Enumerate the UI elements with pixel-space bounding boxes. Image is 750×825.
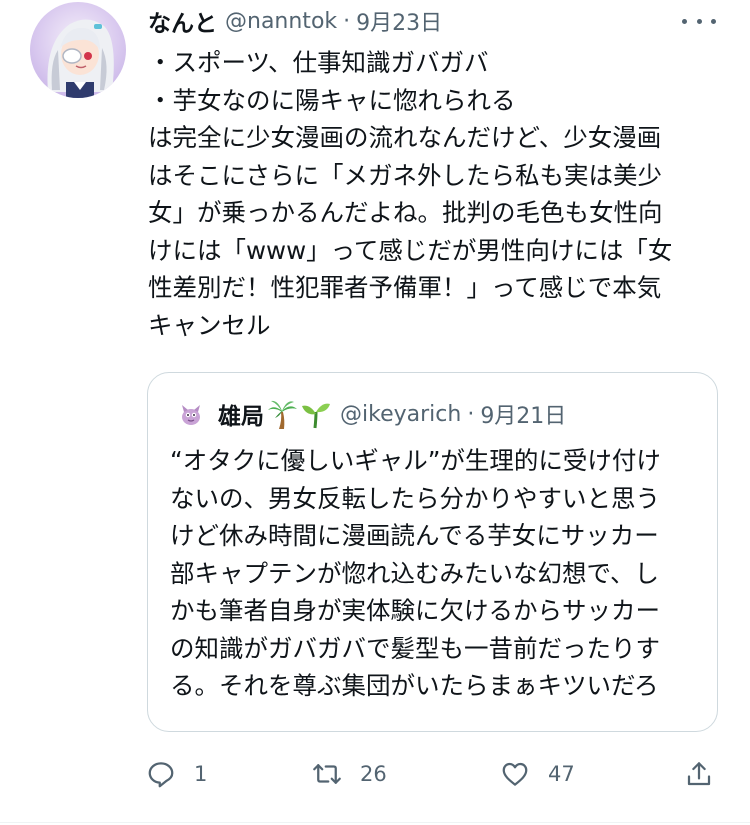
reply-icon — [148, 762, 174, 788]
like-icon — [502, 762, 528, 786]
quoted-author-avatar[interactable] — [176, 399, 206, 429]
tweet-text-line: は完全に少女漫画の流れなんだけど、少女漫画 — [148, 123, 662, 152]
reply-count: 1 — [194, 762, 208, 786]
quoted-text-line: かも筆者自身が実体験に欠けるからサッカー — [170, 596, 660, 625]
quoted-text-line: “オタクに優しいギャル”が生理的に受け付け — [170, 446, 661, 475]
header-separator: · — [343, 8, 351, 34]
tweet-text-line: 性差別だ！性犯罪者予備軍！」って感じで本気 — [148, 273, 662, 302]
palm-tree-icon — [266, 398, 298, 430]
quoted-author-display-name[interactable]: 雄局 — [218, 397, 264, 431]
reply-button[interactable]: 1 — [146, 752, 207, 796]
tweet-text: ・スポーツ、仕事知識ガバガバ ・芋女なのに陽キャに惚れられる は完全に少女漫画の… — [148, 44, 718, 344]
retweet-button[interactable]: 26 — [312, 752, 387, 796]
author-display-name[interactable]: なんと — [148, 4, 217, 38]
tweet-header: なんと @nanntok · 9月23日 — [148, 4, 442, 38]
tweet-text-line: はそこにさらに「メガネ外したら私も実は美少 — [148, 160, 663, 190]
like-button[interactable]: 47 — [500, 752, 575, 796]
quoted-header-separator: · — [467, 401, 475, 427]
tweet-text-line: ・芋女なのに陽キャに惚れられる — [148, 85, 516, 115]
seedling-icon — [300, 398, 332, 430]
quoted-text-line: けど休み時間に漫画読んでる芋女にサッカー — [170, 521, 659, 550]
author-handle[interactable]: @nanntok — [225, 9, 337, 34]
tweet-date[interactable]: 9月23日 — [356, 5, 442, 37]
tweet-text-line: 女」が乗っかるんだよね。批判の毛色も女性向 — [148, 198, 663, 227]
quoted-text-line: る。それを尊ぶ集団がいたらまぁキツいだろ — [170, 671, 659, 700]
avatar-illustration — [47, 19, 114, 98]
quoted-tweet-date[interactable]: 9月21日 — [480, 398, 566, 430]
tweet-divider — [0, 822, 750, 823]
quoted-author-handle[interactable]: @ikeyarich — [340, 402, 461, 427]
retweet-icon — [313, 764, 341, 784]
more-dot-icon — [711, 18, 716, 24]
quoted-text-line: の知識がガバガバで髪型も一昔前だったりす — [170, 633, 660, 663]
share-button[interactable] — [684, 752, 714, 796]
like-count: 47 — [548, 762, 575, 786]
tweet-text-line: ・スポーツ、仕事知識ガバガバ — [148, 48, 489, 77]
more-dot-icon — [682, 18, 687, 24]
more-options-button[interactable] — [682, 10, 716, 32]
quoted-tweet-header: 雄局 @ikeyarich · 9月21日 — [176, 395, 566, 433]
share-icon — [687, 762, 711, 786]
quoted-text-line: 部キャプテンが惚れ込むみたいな幻想で、し — [170, 558, 660, 588]
quoted-text-line: ないの、男女反転したら分かりやすいと思う — [170, 483, 660, 513]
tweet-text-line: けには「www」って感じだが男性向けには「女 — [148, 235, 673, 265]
more-dot-icon — [696, 18, 702, 24]
quoted-tweet-card[interactable]: 雄局 @ikeyarich · 9月21日 “オタクに優しいギャル”が生理的に受… — [147, 372, 718, 732]
tweet-action-bar: 1 26 47 — [146, 752, 720, 796]
tweet-text-line: キャンセル — [148, 310, 271, 340]
creature-avatar-icon — [176, 399, 206, 429]
retweet-count: 26 — [360, 762, 387, 786]
author-avatar[interactable] — [30, 2, 126, 98]
quoted-tweet-text: “オタクに優しいギャル”が生理的に受け付け ないの、男女反転したら分かりやすいと… — [170, 442, 661, 705]
